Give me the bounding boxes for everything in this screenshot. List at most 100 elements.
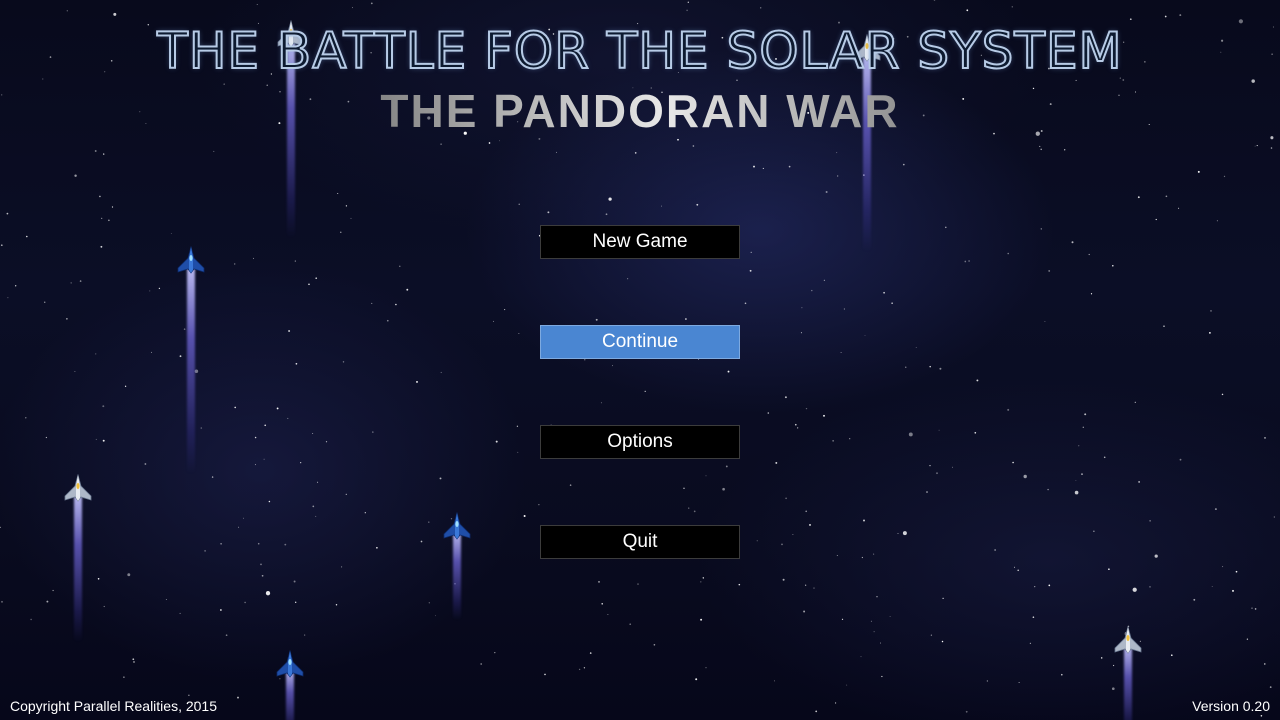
star — [1197, 170, 1200, 173]
star — [805, 584, 807, 586]
quit-button[interactable]: Quit — [540, 525, 740, 559]
star — [880, 642, 881, 644]
star — [434, 615, 436, 617]
star — [1029, 642, 1032, 645]
star — [843, 308, 845, 310]
star — [951, 466, 954, 468]
star — [700, 581, 702, 583]
star — [929, 464, 931, 467]
star — [211, 476, 214, 478]
continue-button[interactable]: Continue — [540, 325, 740, 359]
star — [883, 291, 885, 294]
star — [644, 390, 646, 393]
star — [312, 433, 314, 434]
title-screen: THE BATTLE FOR THE SOLAR SYSTEM THE PAND… — [0, 0, 1280, 720]
star — [634, 152, 637, 154]
star — [123, 676, 125, 678]
star — [836, 555, 838, 556]
star — [945, 226, 947, 229]
star — [7, 297, 9, 299]
options-button[interactable]: Options — [540, 425, 740, 459]
star — [693, 510, 696, 513]
star — [607, 614, 609, 615]
star — [288, 330, 291, 332]
star — [386, 319, 389, 322]
star — [792, 534, 794, 536]
star — [605, 213, 608, 216]
star — [1088, 253, 1090, 256]
star — [70, 282, 72, 284]
star — [523, 515, 526, 517]
star — [103, 605, 105, 608]
star — [220, 542, 222, 545]
star — [781, 543, 783, 546]
star — [976, 379, 979, 382]
star — [254, 436, 257, 439]
star — [335, 604, 338, 606]
star — [1100, 657, 1103, 659]
star — [1013, 566, 1016, 568]
star — [809, 523, 811, 526]
star — [287, 417, 289, 419]
star — [428, 602, 430, 604]
star — [517, 451, 519, 453]
star — [371, 302, 373, 304]
star — [416, 380, 418, 383]
star — [234, 406, 237, 409]
star — [696, 203, 699, 206]
star — [66, 318, 68, 320]
star — [1134, 401, 1136, 403]
star — [835, 702, 837, 704]
star — [753, 165, 755, 168]
star — [45, 436, 48, 439]
star — [801, 307, 803, 309]
star — [1023, 474, 1027, 479]
star — [1154, 554, 1158, 558]
star — [499, 140, 500, 142]
star — [762, 167, 764, 169]
star — [702, 577, 704, 579]
star — [756, 540, 758, 542]
star — [44, 301, 46, 303]
star — [1040, 148, 1042, 151]
star — [612, 365, 613, 367]
star — [813, 587, 815, 589]
star — [569, 484, 572, 486]
star — [257, 542, 260, 545]
star — [1075, 79, 1077, 81]
star — [495, 440, 498, 443]
star — [705, 667, 707, 669]
star — [317, 481, 319, 483]
star — [337, 192, 339, 195]
star — [1112, 265, 1114, 267]
star — [815, 710, 818, 713]
star — [797, 427, 799, 429]
new-game-button[interactable]: New Game — [540, 225, 740, 259]
star — [440, 371, 442, 374]
star — [915, 346, 917, 348]
star — [165, 599, 167, 601]
star — [930, 634, 933, 636]
star — [1034, 585, 1036, 588]
engine-trail — [863, 52, 871, 252]
engine-trail — [453, 530, 461, 620]
star — [342, 361, 345, 363]
star — [102, 439, 105, 442]
star — [294, 260, 296, 262]
star — [295, 362, 298, 365]
star — [265, 591, 271, 596]
star — [805, 407, 808, 410]
copyright-text: Copyright Parallel Realities, 2015 — [10, 698, 217, 714]
star — [94, 150, 97, 152]
star — [738, 583, 741, 586]
star — [555, 151, 557, 153]
star — [1179, 458, 1182, 461]
star — [30, 618, 32, 621]
star — [966, 9, 969, 12]
star — [516, 425, 519, 427]
star — [929, 365, 931, 368]
star — [637, 583, 639, 585]
star — [687, 1, 689, 3]
star — [608, 197, 612, 201]
star — [480, 663, 483, 665]
